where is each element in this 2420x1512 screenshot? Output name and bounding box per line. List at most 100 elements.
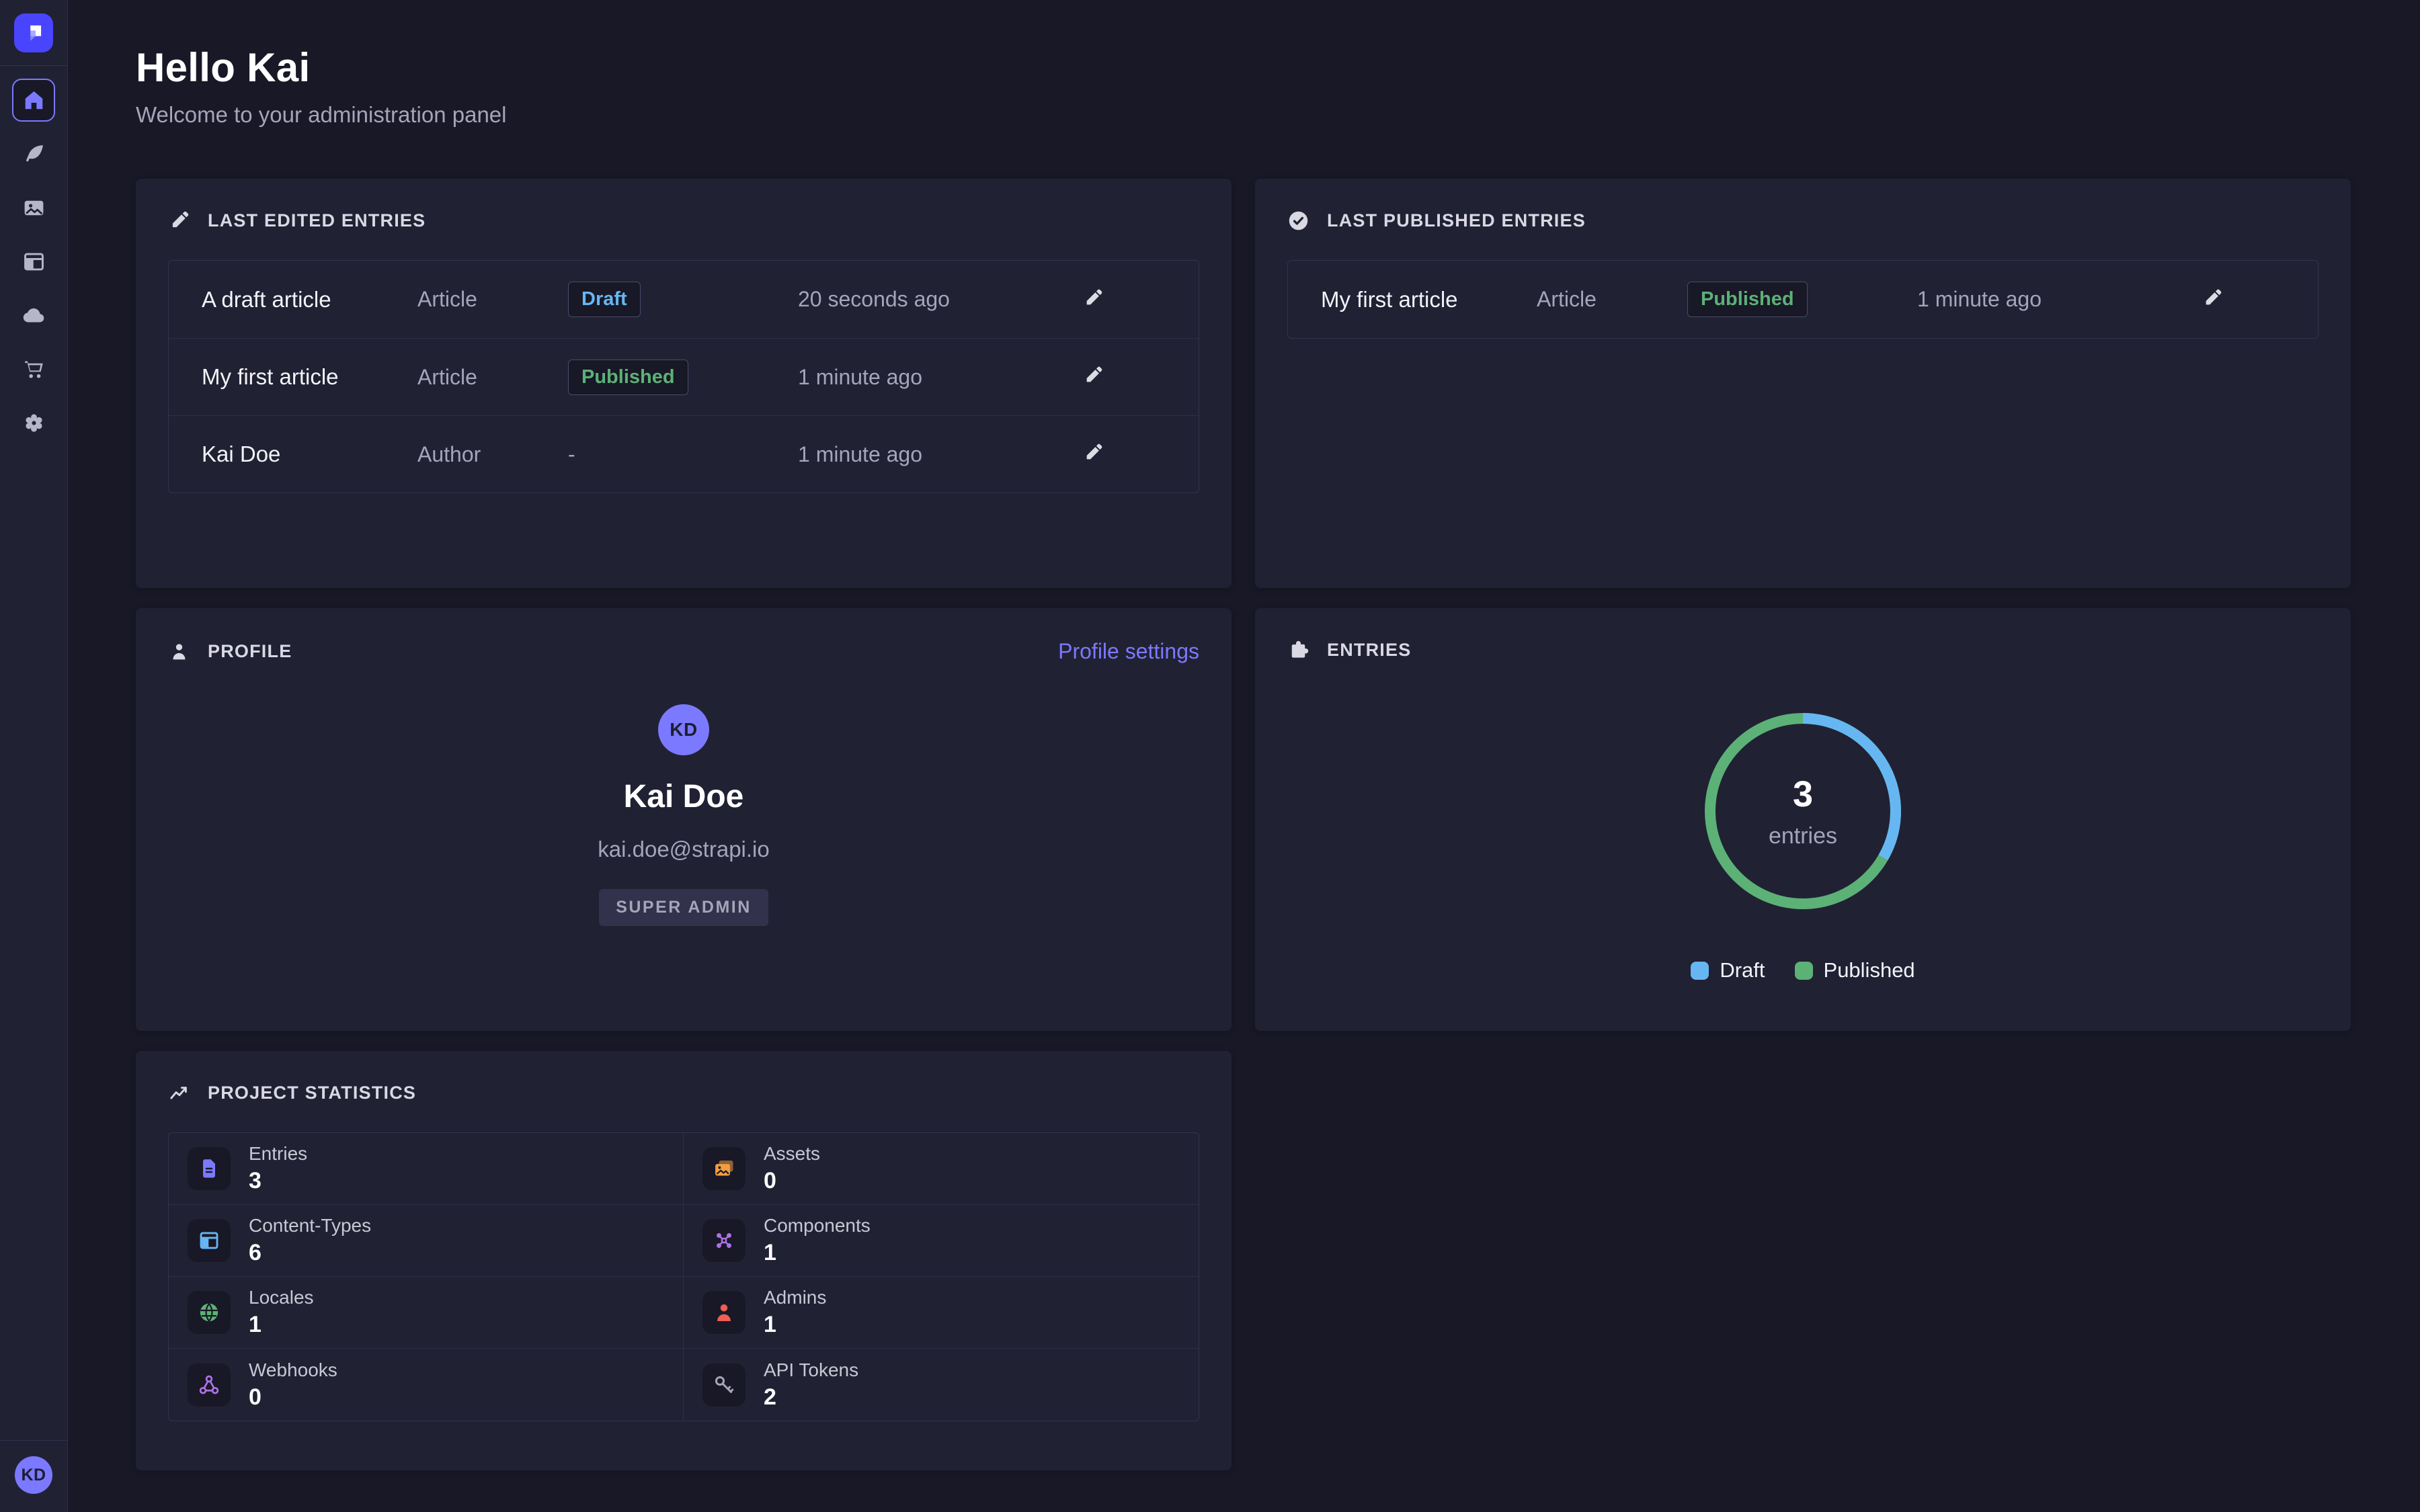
dashboard-grid: LAST EDITED ENTRIES A draft article Arti… xyxy=(136,179,2351,1470)
puzzle-icon xyxy=(1287,639,1309,661)
entry-time: 1 minute ago xyxy=(798,365,1080,390)
entry-time: 20 seconds ago xyxy=(798,287,1080,312)
stat-value: 1 xyxy=(249,1312,314,1338)
app-window: KD Hello Kai Welcome to your administrat… xyxy=(0,0,2420,1512)
stat-components: Components 1 xyxy=(684,1205,1199,1277)
images-icon xyxy=(22,196,46,220)
panel-last-published-entries: LAST PUBLISHED ENTRIES My first article … xyxy=(1255,179,2351,588)
sidebar-item-content-type-builder[interactable] xyxy=(12,240,55,283)
edit-entry-button[interactable] xyxy=(2200,286,2225,312)
page-subtitle: Welcome to your administration panel xyxy=(136,102,2351,128)
role-badge: SUPER ADMIN xyxy=(599,889,768,926)
stat-label: Content-Types xyxy=(249,1215,371,1236)
panel-profile: PROFILE Profile settings KD Kai Doe kai.… xyxy=(136,608,1232,1031)
legend-item-published: Published xyxy=(1795,958,1915,982)
sidebar-footer-divider xyxy=(0,1440,67,1441)
stat-assets: Assets 0 xyxy=(684,1133,1199,1205)
legend-swatch-published xyxy=(1795,962,1813,980)
stat-value: 3 xyxy=(249,1168,307,1194)
entry-name: My first article xyxy=(1321,287,1537,312)
entry-kind: Article xyxy=(417,287,568,312)
stat-label: Locales xyxy=(249,1287,314,1308)
panel-title: LAST EDITED ENTRIES xyxy=(208,210,426,231)
sidebar-item-home[interactable] xyxy=(12,79,55,122)
last-edited-table: A draft article Article Draft 20 seconds… xyxy=(168,260,1199,493)
panel-header: PROFILE Profile settings xyxy=(168,639,1199,664)
sidebar-item-deploy[interactable] xyxy=(12,294,55,337)
entries-total: 3 xyxy=(1793,773,1813,815)
cloud-icon xyxy=(22,303,46,328)
sidebar-item-marketplace[interactable] xyxy=(12,347,55,390)
entry-name: My first article xyxy=(202,364,417,390)
stat-entries: Entries 3 xyxy=(169,1133,684,1205)
layout-icon xyxy=(22,249,46,274)
stat-value: 0 xyxy=(249,1384,337,1411)
pencil-icon xyxy=(2202,288,2223,309)
sidebar-item-settings[interactable] xyxy=(12,401,55,444)
table-row: A draft article Article Draft 20 seconds… xyxy=(169,261,1199,338)
edit-entry-button[interactable] xyxy=(1080,442,1106,467)
sidebar-item-media-library[interactable] xyxy=(12,186,55,229)
sidebar: KD xyxy=(0,0,68,1512)
panel-header: ENTRIES xyxy=(1287,639,2318,661)
sidebar-item-content-manager[interactable] xyxy=(12,132,55,175)
stat-value: 0 xyxy=(764,1168,820,1194)
chart-legend: Draft Published xyxy=(1691,958,1914,982)
pictures-icon xyxy=(712,1157,736,1181)
key-icon xyxy=(712,1373,736,1397)
table-row: Kai Doe Author - 1 minute ago xyxy=(169,415,1199,493)
stat-label: Assets xyxy=(764,1143,820,1165)
stat-value: 2 xyxy=(764,1384,858,1411)
entry-name: A draft article xyxy=(202,287,417,312)
avatar: KD xyxy=(658,704,709,755)
edit-entry-button[interactable] xyxy=(1080,364,1106,390)
stat-label: Entries xyxy=(249,1143,307,1165)
entry-kind: Article xyxy=(417,365,568,390)
stat-content-types: Content-Types 6 xyxy=(169,1205,684,1277)
panel-header: LAST EDITED ENTRIES xyxy=(168,210,1199,232)
panel-entries-chart: ENTRIES 3 entries xyxy=(1255,608,2351,1031)
pencil-icon xyxy=(1082,365,1104,386)
strapi-logo-icon xyxy=(21,20,46,46)
user-avatar-button[interactable]: KD xyxy=(15,1456,52,1494)
stat-webhooks: Webhooks 0 xyxy=(169,1349,684,1421)
profile-email: kai.doe@strapi.io xyxy=(598,837,769,862)
panel-title: PROFILE xyxy=(208,641,292,662)
entry-name: Kai Doe xyxy=(202,442,417,467)
stat-value: 6 xyxy=(249,1240,371,1266)
stat-admins: Admins 1 xyxy=(684,1277,1199,1349)
main-content: Hello Kai Welcome to your administration… xyxy=(68,0,2420,1512)
strapi-logo[interactable] xyxy=(14,13,53,52)
profile-name: Kai Doe xyxy=(624,778,744,815)
panel-header: LAST PUBLISHED ENTRIES xyxy=(1287,210,2318,232)
components-icon xyxy=(712,1228,736,1253)
status-badge-published: Published xyxy=(1687,282,1808,317)
table-row: My first article Article Published 1 min… xyxy=(169,338,1199,415)
edit-entry-button[interactable] xyxy=(1080,286,1106,312)
webhook-icon xyxy=(197,1373,221,1397)
profile-body: KD Kai Doe kai.doe@strapi.io SUPER ADMIN xyxy=(168,664,1199,926)
layout-icon xyxy=(197,1228,221,1253)
profile-settings-link[interactable]: Profile settings xyxy=(1058,639,1199,664)
status-badge-published: Published xyxy=(568,360,688,395)
page-title: Hello Kai xyxy=(136,44,2351,91)
legend-item-draft: Draft xyxy=(1691,958,1765,982)
status-badge-draft: Draft xyxy=(568,282,641,317)
stat-label: API Tokens xyxy=(764,1359,858,1381)
panel-project-statistics: PROJECT STATISTICS Entries 3 xyxy=(136,1051,1232,1470)
legend-label: Published xyxy=(1824,958,1915,982)
sidebar-nav xyxy=(12,79,55,444)
legend-label: Draft xyxy=(1720,958,1765,982)
stats-grid: Entries 3 xyxy=(168,1132,1199,1421)
entry-time: 1 minute ago xyxy=(1917,287,2200,312)
donut-chart: 3 entries xyxy=(1692,700,1914,922)
entries-chart-body: 3 entries Draft Published xyxy=(1287,661,2318,982)
sidebar-footer: KD xyxy=(0,1440,67,1512)
legend-swatch-draft xyxy=(1691,962,1709,980)
entry-time: 1 minute ago xyxy=(798,442,1080,467)
table-row: My first article Article Published 1 min… xyxy=(1288,261,2318,338)
last-published-table: My first article Article Published 1 min… xyxy=(1287,260,2318,339)
sidebar-divider xyxy=(0,65,67,66)
cart-icon xyxy=(22,357,46,382)
entries-total-label: entries xyxy=(1769,823,1837,849)
